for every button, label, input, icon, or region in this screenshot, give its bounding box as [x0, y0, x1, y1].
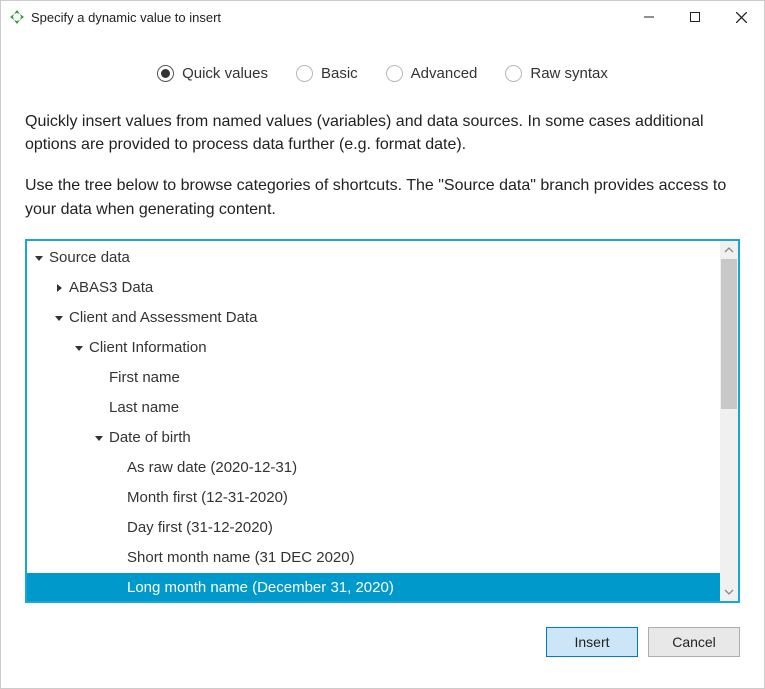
- scrollbar-thumb[interactable]: [721, 259, 737, 409]
- tree-panel: Source data ABAS3 Data Client and Assessme…: [25, 239, 740, 603]
- insert-button[interactable]: Insert: [546, 627, 638, 657]
- disclosure-down-icon[interactable]: [73, 343, 85, 353]
- tree-row-label: Date of birth: [109, 429, 191, 446]
- button-label: Insert: [574, 634, 609, 650]
- scroll-up-icon[interactable]: [720, 241, 738, 259]
- tree-row-label: Day first (31-12-2020): [127, 519, 273, 536]
- dialog-footer: Insert Cancel: [1, 611, 764, 677]
- minimize-button[interactable]: [626, 1, 672, 33]
- radio-label: Quick values: [182, 65, 268, 82]
- app-icon: [9, 9, 25, 25]
- dialog-content: Quick values Basic Advanced Raw syntax Q…: [1, 33, 764, 611]
- tree-row-label: Source data: [49, 249, 130, 266]
- cancel-button[interactable]: Cancel: [648, 627, 740, 657]
- tree-row[interactable]: First name: [27, 363, 720, 393]
- radio-advanced[interactable]: Advanced: [386, 65, 478, 82]
- close-button[interactable]: [718, 1, 764, 33]
- scroll-down-icon[interactable]: [720, 583, 738, 601]
- description-para-2: Use the tree below to browse categories …: [25, 174, 740, 220]
- button-label: Cancel: [672, 634, 716, 650]
- tree-row-label: Long month name (December 31, 2020): [127, 579, 394, 596]
- tree-row-label: Last name: [109, 399, 179, 416]
- tree-row[interactable]: Day first (31-12-2020): [27, 513, 720, 543]
- window-title: Specify a dynamic value to insert: [31, 10, 221, 25]
- description-para-1: Quickly insert values from named values …: [25, 110, 740, 156]
- tree-row[interactable]: Long month name (December 31, 2020): [27, 573, 720, 601]
- disclosure-down-icon[interactable]: [53, 313, 65, 323]
- tree-row-label: First name: [109, 369, 180, 386]
- mode-radio-group: Quick values Basic Advanced Raw syntax: [25, 65, 740, 82]
- tree-row[interactable]: ABAS3 Data: [27, 273, 720, 303]
- radio-indicator-icon: [296, 65, 313, 82]
- maximize-button[interactable]: [672, 1, 718, 33]
- tree-body[interactable]: Source data ABAS3 Data Client and Assessme…: [27, 241, 720, 601]
- tree-row-label: Client Information: [89, 339, 207, 356]
- radio-indicator-icon: [505, 65, 522, 82]
- tree-scrollbar[interactable]: [720, 241, 738, 601]
- tree-row-label: ABAS3 Data: [69, 279, 153, 296]
- radio-label: Raw syntax: [530, 65, 608, 82]
- tree-row-label: Month first (12-31-2020): [127, 489, 288, 506]
- tree-row[interactable]: Client Information: [27, 333, 720, 363]
- radio-indicator-icon: [157, 65, 174, 82]
- radio-raw-syntax[interactable]: Raw syntax: [505, 65, 608, 82]
- tree-row[interactable]: As raw date (2020-12-31): [27, 453, 720, 483]
- tree-row-label: Client and Assessment Data: [69, 309, 257, 326]
- radio-label: Advanced: [411, 65, 478, 82]
- radio-indicator-icon: [386, 65, 403, 82]
- tree-row[interactable]: Last name: [27, 393, 720, 423]
- tree-row-label: Short month name (31 DEC 2020): [127, 549, 355, 566]
- tree-row[interactable]: Month first (12-31-2020): [27, 483, 720, 513]
- tree-row[interactable]: Date of birth: [27, 423, 720, 453]
- tree-row[interactable]: Source data: [27, 243, 720, 273]
- tree-row[interactable]: Client and Assessment Data: [27, 303, 720, 333]
- radio-label: Basic: [321, 65, 358, 82]
- window-controls: [626, 1, 764, 33]
- radio-basic[interactable]: Basic: [296, 65, 358, 82]
- titlebar: Specify a dynamic value to insert: [1, 1, 764, 33]
- disclosure-down-icon[interactable]: [93, 433, 105, 443]
- tree-row-label: As raw date (2020-12-31): [127, 459, 297, 476]
- radio-quick-values[interactable]: Quick values: [157, 65, 268, 82]
- disclosure-right-icon[interactable]: [53, 283, 65, 293]
- tree-row[interactable]: Short month name (31 DEC 2020): [27, 543, 720, 573]
- disclosure-down-icon[interactable]: [33, 253, 45, 263]
